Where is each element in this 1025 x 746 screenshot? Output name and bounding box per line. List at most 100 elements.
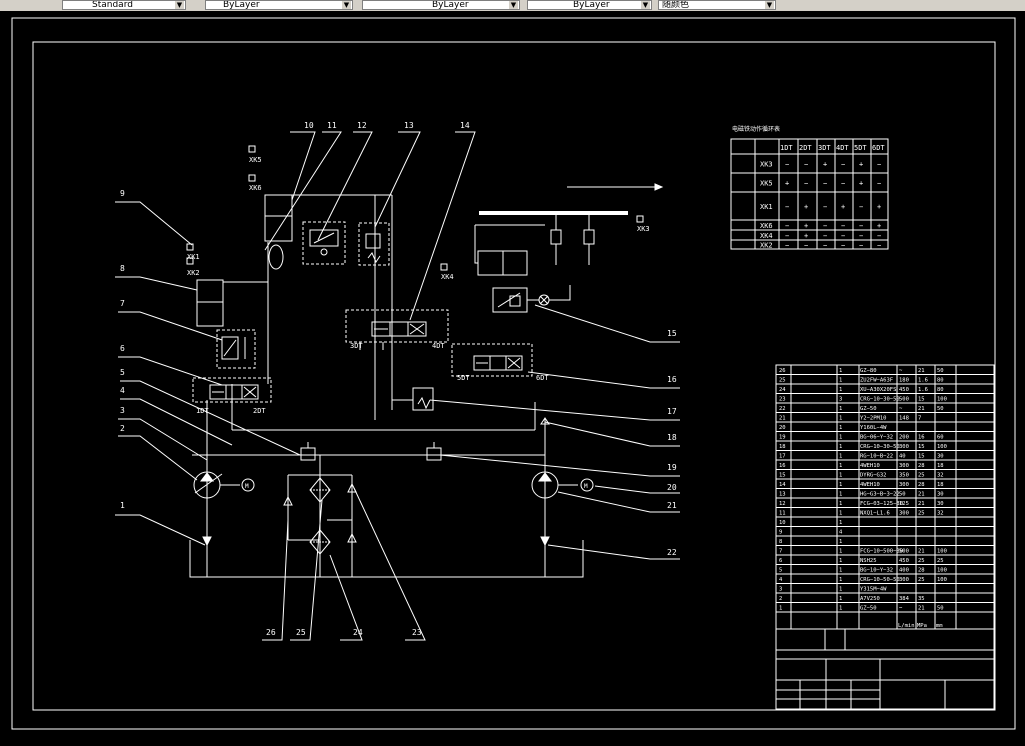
table-value-cell: − [859,203,863,211]
bom-qty: 1 [839,520,842,526]
table-value-cell: − [823,242,827,250]
bom-number: 15 [779,473,786,479]
table-switch-cell: XK5 [760,180,773,188]
bom-number: 8 [779,539,782,545]
lineweight-value: ByLayer [573,0,610,10]
table-value-cell: − [841,222,845,230]
color-dropdown[interactable]: 随颜色 ▼ [658,0,776,10]
table-header-cell: 5DT [854,144,867,152]
bom-model: XU−A30X20FS [860,387,896,393]
callout-number: 5 [120,368,125,377]
bom-qty: 1 [839,558,842,564]
table-value-cell: − [804,161,808,169]
bom-pressure: 25 [918,511,925,517]
bom-qty: 1 [839,416,842,422]
bom-unit: mm [936,623,943,629]
bom-size: 18 [937,482,944,488]
bom-pressure: 7 [918,416,921,422]
bom-unit: MPa [917,623,927,629]
table-value-cell: + [877,222,881,230]
solenoid-label: 2DT [253,407,266,415]
table-header-cell: 3DT [818,144,831,152]
bom-flow: 148 [899,416,909,422]
bom-flow: ~ [899,606,903,612]
bom-pressure: 25 [918,577,925,583]
bom-number: 14 [779,482,786,488]
hydraulic-schematic-drawing: M M 12345678910 11 12 13 141516171819202… [11,17,1016,730]
bom-number: 26 [779,368,786,374]
callout-number: 24 [353,628,363,637]
relief-valve-right [426,447,442,461]
bom-flow: 125 [899,501,909,507]
bom-qty: 1 [839,492,842,498]
table-value-cell: − [877,180,881,188]
table-value-cell: − [877,161,881,169]
bom-number: 19 [779,435,786,441]
bom-flow: 500 [899,549,909,555]
relief-valve-left [300,447,316,461]
callout-number: 12 [357,121,367,130]
bom-number: 23 [779,397,786,403]
chevron-down-icon[interactable]: ▼ [641,1,650,9]
bom-number: 24 [779,387,786,393]
bom-number: 10 [779,520,786,526]
bom-unit: L/min [898,623,915,629]
table-value-cell: − [859,222,863,230]
callout-number: 17 [667,407,677,416]
chevron-down-icon[interactable]: ▼ [175,1,184,9]
chevron-down-icon[interactable]: ▼ [509,1,518,9]
callout-number: 2 [120,424,125,433]
bom-qty: 1 [839,435,842,441]
bom-model: RG−10−B−22 [860,454,893,460]
bom-number: 7 [779,549,782,555]
table-value-cell: − [841,180,845,188]
bom-qty: 1 [839,463,842,469]
callout-number: 11 [327,121,337,130]
layer-dropdown[interactable]: ByLayer ▼ [205,0,353,10]
bom-qty: 1 [839,378,842,384]
bom-pressure: 1.6 [918,378,928,384]
bom-number: 18 [779,444,786,450]
solenoid-label: 1DT [196,407,209,415]
bom-qty: 1 [839,549,842,555]
table-value-cell: − [785,222,789,230]
bom-pressure: 21 [918,368,925,374]
bom-model: FCG−10−500−30 [860,549,903,555]
table-value-cell: − [804,242,808,250]
bom-number: 9 [779,530,782,536]
solenoid-label: 5DT [457,374,470,382]
table-value-cell: − [877,242,881,250]
table-switch-cell: XK6 [760,222,773,230]
bom-qty: 1 [839,577,842,583]
bom-pressure: 28 [918,568,925,574]
bom-flow: 40 [899,454,906,460]
table-switch-cell: XK3 [760,161,773,169]
textstyle-value: Standard [92,0,133,10]
bom-number: 22 [779,406,786,412]
chevron-down-icon[interactable]: ▼ [342,1,351,9]
valve-17 [392,387,434,411]
bom-number: 17 [779,454,786,460]
table-value-cell: − [841,242,845,250]
bom-size: 30 [937,492,944,498]
table-value-cell: + [859,180,863,188]
layer-value: ByLayer [223,0,260,10]
switch-label: XK2 [187,269,200,277]
solenoid-cycle-table: 电磁铁动作循环表 1DT 2DT 3DT 4DT 5DT 6DT XK3 − − + − + − XK5 +… [730,125,889,250]
bom-model: DYRG−G32 [860,473,887,479]
bom-qty: 1 [839,444,842,450]
bom-model: 4WEH10 [860,482,880,488]
textstyle-dropdown[interactable]: Standard ▼ [62,0,186,10]
lineweight-dropdown[interactable]: ByLayer ▼ [527,0,652,10]
drawing-canvas[interactable]: M M 1 2 3 4 5 6 7 8 9 10 11 12 13 14 15 … [0,11,1025,742]
bom-qty: 1 [839,425,842,431]
chevron-down-icon[interactable]: ▼ [765,1,774,9]
bom-model: HG−G3−B−3−22 [860,492,900,498]
callout-number: 23 [412,628,422,637]
bom-flow: 50 [899,492,906,498]
bom-number: 12 [779,501,786,507]
bom-pressure: 15 [918,444,925,450]
linetype-dropdown[interactable]: ByLayer ▼ [362,0,520,10]
callout-number: 4 [120,386,125,395]
table-value-cell: − [841,161,845,169]
